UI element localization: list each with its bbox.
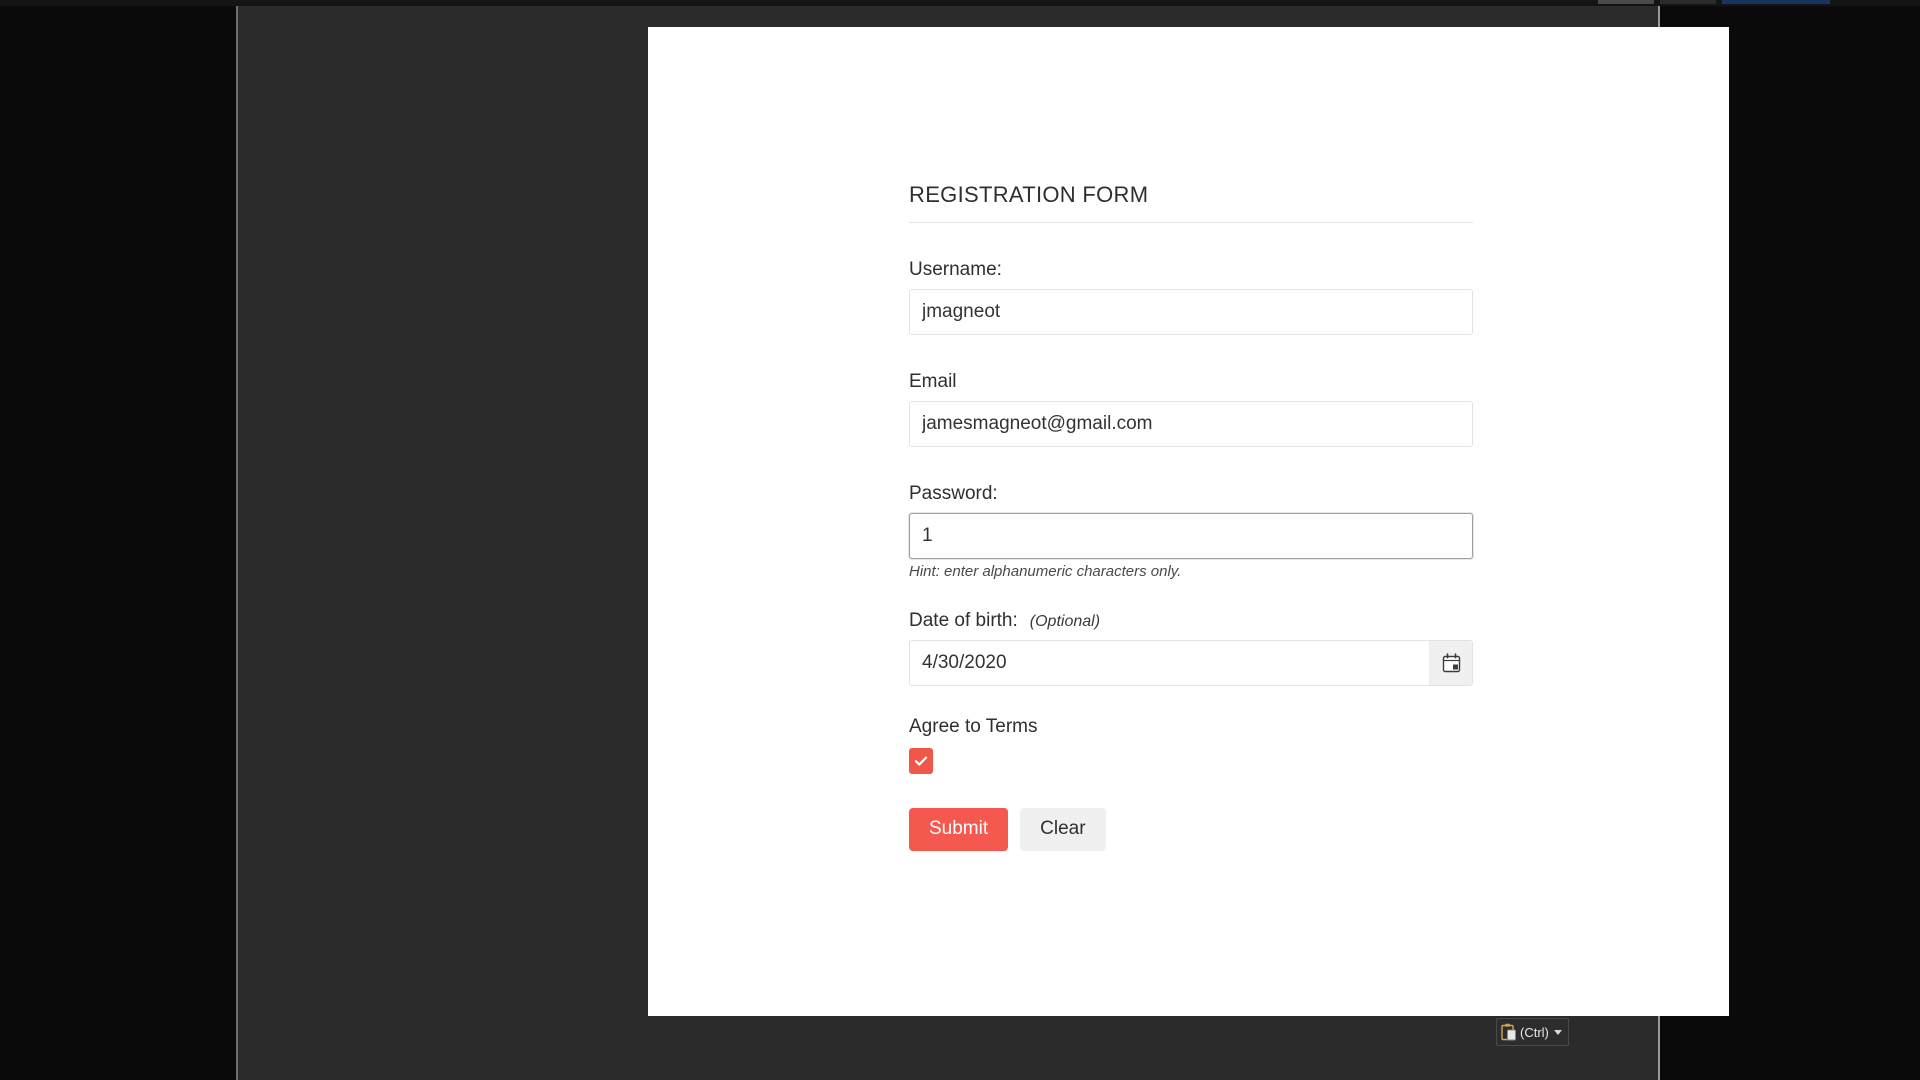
password-hint: Hint: enter alphanumeric characters only…: [909, 563, 1182, 580]
page-title: REGISTRATION FORM: [909, 182, 1473, 223]
dob-input[interactable]: [909, 640, 1473, 686]
terms-field-group: Agree to Terms: [909, 716, 1473, 774]
password-input[interactable]: [909, 513, 1473, 559]
clear-button[interactable]: Clear: [1020, 808, 1106, 851]
terms-label: Agree to Terms: [909, 716, 1038, 737]
maximize-icon[interactable]: [1660, 0, 1716, 4]
password-field-group: Password: Hint: enter alphanumeric chara…: [909, 483, 1473, 580]
dob-label: Date of birth: (Optional): [909, 610, 1473, 632]
minimize-icon[interactable]: [1598, 0, 1654, 4]
checkmark-icon: [914, 756, 928, 766]
username-input[interactable]: [909, 289, 1473, 335]
close-icon[interactable]: [1722, 0, 1830, 4]
web-page-content: REGISTRATION FORM Username: Email Passwo…: [648, 27, 1729, 1016]
clipboard-icon: [1501, 1023, 1516, 1041]
password-label: Password:: [909, 483, 998, 504]
email-label: Email: [909, 371, 957, 392]
screen: REGISTRATION FORM Username: Email Passwo…: [0, 0, 1920, 1080]
dob-label-text: Date of birth:: [909, 610, 1018, 631]
email-field[interactable]: [909, 401, 1473, 447]
email-field-group: Email: [909, 371, 1473, 447]
application-window: REGISTRATION FORM Username: Email Passwo…: [236, 6, 1729, 1080]
dob-input-wrapper: [909, 640, 1473, 686]
username-label: Username:: [909, 259, 1002, 280]
submit-button[interactable]: Submit: [909, 808, 1009, 851]
calendar-picker-button[interactable]: [1429, 641, 1472, 685]
paste-options-label: (Ctrl): [1520, 1024, 1549, 1040]
paste-options-popup[interactable]: (Ctrl): [1496, 1018, 1569, 1046]
form-actions: Submit Clear: [909, 808, 1473, 851]
registration-form: REGISTRATION FORM Username: Email Passwo…: [909, 182, 1473, 851]
chevron-down-icon[interactable]: [1553, 1029, 1562, 1035]
dob-field-group: Date of birth: (Optional): [909, 610, 1473, 686]
calendar-icon: [1442, 653, 1460, 673]
agree-to-terms-checkbox[interactable]: [909, 748, 933, 774]
dob-optional-note: (Optional): [1029, 613, 1101, 630]
username-field-group: Username:: [909, 259, 1473, 335]
